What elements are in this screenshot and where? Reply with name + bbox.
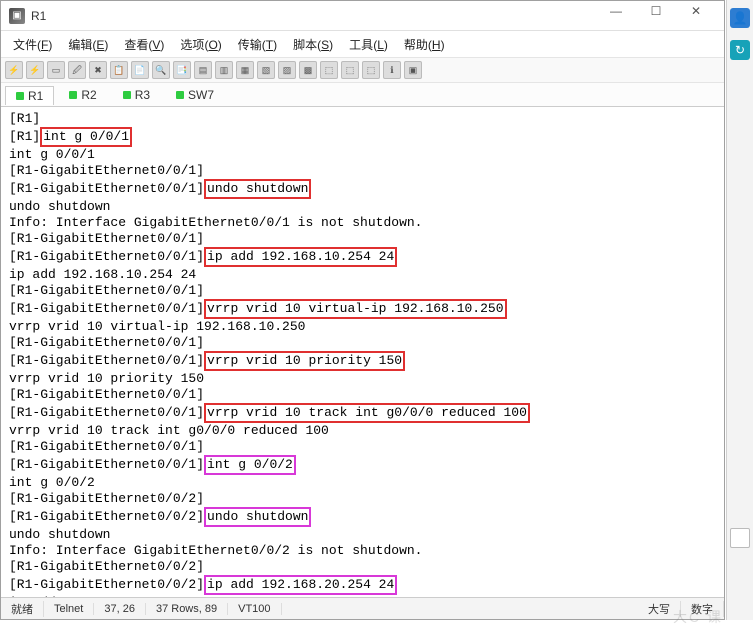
statusbar: 就绪 Telnet 37, 26 37 Rows, 89 VT100 大写 数字 <box>1 597 724 619</box>
terminal-line: [R1-GigabitEthernet0/0/2]ip add 192.168.… <box>9 575 716 595</box>
status-dot-icon <box>123 91 131 99</box>
window-title: R1 <box>31 9 596 23</box>
status-rows: 37 Rows, 89 <box>146 603 228 615</box>
app-window: ▣ R1 — ☐ ✕ 文件(F) 编辑(E) 查看(V) 选项(O) 传输(T)… <box>0 0 725 620</box>
toolbar-help-icon[interactable]: ℹ <box>383 61 401 79</box>
toolbar-button[interactable]: ⬚ <box>362 61 380 79</box>
terminal-line: [R1-GigabitEthernet0/0/1] <box>9 387 716 403</box>
terminal-line: [R1-GigabitEthernet0/0/1] <box>9 335 716 351</box>
terminal-line: [R1-GigabitEthernet0/0/2] <box>9 559 716 575</box>
highlight-box: vrrp vrid 10 priority 150 <box>204 351 405 371</box>
status-dot-icon <box>16 92 24 100</box>
toolbar-button[interactable]: ⬚ <box>320 61 338 79</box>
side-user-icon[interactable]: 👤 <box>730 8 750 28</box>
highlight-box: vrrp vrid 10 virtual-ip 192.168.10.250 <box>204 299 506 319</box>
side-tool-icon[interactable]: ↻ <box>730 40 750 60</box>
toolbar-button[interactable]: ⚡ <box>5 61 23 79</box>
app-icon: ▣ <box>9 8 25 24</box>
toolbar-button[interactable]: 🖉 <box>68 61 86 79</box>
status-emulation: VT100 <box>228 603 281 615</box>
terminal-output[interactable]: [R1][R1]int g 0/0/1int g 0/0/1[R1-Gigabi… <box>1 107 724 597</box>
terminal-line: [R1-GigabitEthernet0/0/1]vrrp vrid 10 vi… <box>9 299 716 319</box>
status-dot-icon <box>69 91 77 99</box>
highlight-box: int g 0/0/1 <box>40 127 132 147</box>
highlight-box: undo shutdown <box>204 179 311 199</box>
highlight-box: ip add 192.168.10.254 24 <box>204 247 397 267</box>
menu-view[interactable]: 查看(V) <box>118 34 170 55</box>
tab-r3[interactable]: R3 <box>112 85 161 104</box>
toolbar-button[interactable]: ▣ <box>404 61 422 79</box>
terminal-line: vrrp vrid 10 track int g0/0/0 reduced 10… <box>9 423 716 439</box>
side-folder-icon[interactable] <box>730 528 750 548</box>
toolbar-button[interactable]: 📋 <box>110 61 128 79</box>
toolbar-button[interactable]: ⚡ <box>26 61 44 79</box>
status-numlock: 数字 <box>681 601 724 617</box>
toolbar-button[interactable]: ▤ <box>194 61 212 79</box>
terminal-line: [R1-GigabitEthernet0/0/1]vrrp vrid 10 pr… <box>9 351 716 371</box>
tabbar: R1 R2 R3 SW7 <box>1 83 724 107</box>
toolbar-button[interactable]: ⬚ <box>341 61 359 79</box>
terminal-line: [R1-GigabitEthernet0/0/1] <box>9 439 716 455</box>
menu-file[interactable]: 文件(F) <box>7 34 58 55</box>
highlight-box: vrrp vrid 10 track int g0/0/0 reduced 10… <box>204 403 530 423</box>
toolbar-button[interactable]: ▩ <box>299 61 317 79</box>
status-ready: 就绪 <box>1 601 44 617</box>
tab-sw7[interactable]: SW7 <box>165 85 225 104</box>
highlight-box: undo shutdown <box>204 507 311 527</box>
terminal-line: [R1-GigabitEthernet0/0/1] <box>9 163 716 179</box>
toolbar-button[interactable]: ✖ <box>89 61 107 79</box>
menubar: 文件(F) 编辑(E) 查看(V) 选项(O) 传输(T) 脚本(S) 工具(L… <box>1 31 724 57</box>
terminal-line: int g 0/0/1 <box>9 147 716 163</box>
status-protocol: Telnet <box>44 603 94 615</box>
tab-r1[interactable]: R1 <box>5 86 54 105</box>
terminal-line: [R1] <box>9 111 716 127</box>
menu-help[interactable]: 帮助(H) <box>398 34 451 55</box>
toolbar-button[interactable]: ▭ <box>47 61 65 79</box>
toolbar-button[interactable]: ▦ <box>236 61 254 79</box>
terminal-line: [R1-GigabitEthernet0/0/1]vrrp vrid 10 tr… <box>9 403 716 423</box>
highlight-box: ip add 192.168.20.254 24 <box>204 575 397 595</box>
maximize-button[interactable]: ☐ <box>636 4 676 28</box>
terminal-line: [R1]int g 0/0/1 <box>9 127 716 147</box>
terminal-line: [R1-GigabitEthernet0/0/1] <box>9 231 716 247</box>
toolbar-button[interactable]: ▧ <box>257 61 275 79</box>
terminal-line: [R1-GigabitEthernet0/0/2]undo shutdown <box>9 507 716 527</box>
terminal-line: Info: Interface GigabitEthernet0/0/1 is … <box>9 215 716 231</box>
terminal-line: int g 0/0/2 <box>9 475 716 491</box>
terminal-line: Info: Interface GigabitEthernet0/0/2 is … <box>9 543 716 559</box>
minimize-button[interactable]: — <box>596 4 636 28</box>
terminal-line: vrrp vrid 10 priority 150 <box>9 371 716 387</box>
toolbar-button[interactable]: ▥ <box>215 61 233 79</box>
terminal-line: ip add 192.168.10.254 24 <box>9 267 716 283</box>
close-button[interactable]: ✕ <box>676 4 716 28</box>
status-dot-icon <box>176 91 184 99</box>
terminal-line: vrrp vrid 10 virtual-ip 192.168.10.250 <box>9 319 716 335</box>
titlebar[interactable]: ▣ R1 — ☐ ✕ <box>1 1 724 31</box>
toolbar-button[interactable]: ▨ <box>278 61 296 79</box>
tab-r2[interactable]: R2 <box>58 85 107 104</box>
terminal-line: [R1-GigabitEthernet0/0/1]int g 0/0/2 <box>9 455 716 475</box>
status-cursor-pos: 37, 26 <box>94 603 146 615</box>
menu-tools[interactable]: 工具(L) <box>343 34 394 55</box>
menu-edit[interactable]: 编辑(E) <box>62 34 114 55</box>
menu-options[interactable]: 选项(O) <box>174 34 227 55</box>
terminal-line: undo shutdown <box>9 527 716 543</box>
terminal-line: [R1-GigabitEthernet0/0/1]undo shutdown <box>9 179 716 199</box>
toolbar: ⚡ ⚡ ▭ 🖉 ✖ 📋 📄 🔍 📑 ▤ ▥ ▦ ▧ ▨ ▩ ⬚ ⬚ ⬚ ℹ ▣ <box>1 57 724 83</box>
toolbar-button[interactable]: 🔍 <box>152 61 170 79</box>
highlight-box: int g 0/0/2 <box>204 455 296 475</box>
toolbar-button[interactable]: 📑 <box>173 61 191 79</box>
side-panel: 👤 ↻ <box>726 0 753 620</box>
terminal-line: [R1-GigabitEthernet0/0/1]ip add 192.168.… <box>9 247 716 267</box>
menu-script[interactable]: 脚本(S) <box>287 34 339 55</box>
toolbar-button[interactable]: 📄 <box>131 61 149 79</box>
terminal-line: [R1-GigabitEthernet0/0/2] <box>9 491 716 507</box>
terminal-line: undo shutdown <box>9 199 716 215</box>
menu-transfer[interactable]: 传输(T) <box>232 34 283 55</box>
terminal-line: [R1-GigabitEthernet0/0/1] <box>9 283 716 299</box>
status-caps: 大写 <box>638 601 681 617</box>
